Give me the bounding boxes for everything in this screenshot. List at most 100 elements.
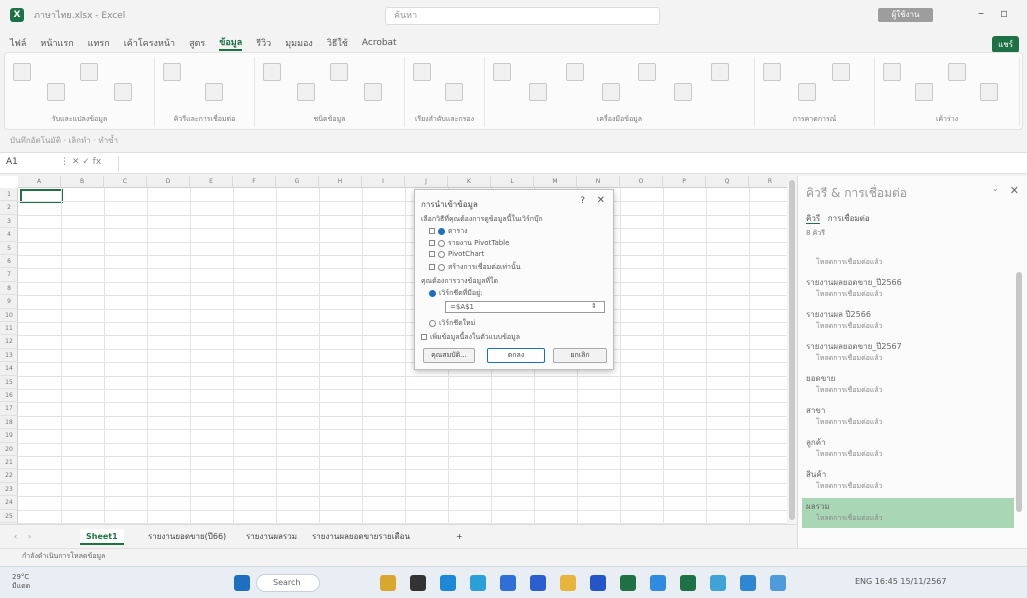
taskbar-search[interactable]: Search: [256, 574, 320, 592]
account-button[interactable]: ผู้ใช้งาน: [878, 8, 933, 22]
add-to-model-option[interactable]: เพิ่มข้อมูลนี้ลงในตัวแบบข้อมูล: [421, 332, 520, 343]
tab-6[interactable]: รีวิว: [256, 36, 271, 50]
pane-scrollbar-thumb[interactable]: [1016, 272, 1022, 512]
row-header[interactable]: 17: [0, 402, 18, 416]
query-item[interactable]: สาขา โหลดการเชื่อมต่อแล้ว: [802, 402, 1014, 432]
app-icon[interactable]: [710, 575, 726, 591]
cancel-button[interactable]: ยกเลิก: [553, 348, 607, 363]
column-header[interactable]: L: [491, 176, 534, 188]
ribbon-command-icon[interactable]: [565, 63, 584, 81]
column-header[interactable]: F: [233, 176, 276, 188]
checkbox-add-to-model[interactable]: [421, 334, 427, 340]
radio-pivotchart[interactable]: [438, 250, 445, 258]
radio-new-sheet[interactable]: [429, 319, 436, 327]
minimize-button[interactable]: –: [978, 6, 984, 20]
column-header[interactable]: A: [18, 176, 61, 188]
ribbon-command-icon[interactable]: [832, 63, 851, 81]
edge-icon[interactable]: [440, 575, 456, 591]
query-item[interactable]: ลูกค้า โหลดการเชื่อมต่อแล้ว: [802, 434, 1014, 464]
app3-icon[interactable]: [770, 575, 786, 591]
row-header[interactable]: 8: [0, 282, 18, 296]
store-icon[interactable]: [500, 575, 516, 591]
sheet-tab[interactable]: รายงานผลรวม: [240, 529, 303, 545]
row-header[interactable]: 20: [0, 443, 18, 456]
row-header[interactable]: 4: [0, 228, 18, 242]
row-header[interactable]: 15: [0, 376, 18, 389]
add-sheet-button[interactable]: +: [450, 529, 469, 545]
row-header[interactable]: 3: [0, 215, 18, 229]
row-header[interactable]: 13: [0, 349, 18, 363]
row-header[interactable]: 7: [0, 268, 18, 282]
column-header[interactable]: H: [319, 176, 362, 188]
query-item[interactable]: รายงานผลยอดขาย_ปี2567 โหลดการเชื่อมต่อแล้…: [802, 338, 1014, 368]
ribbon-command-icon[interactable]: [529, 83, 548, 101]
sheet-tab[interactable]: รายงานผลยอดขายรายเดือน: [306, 529, 416, 545]
range-input[interactable]: =$A$1: [445, 301, 605, 313]
column-header[interactable]: C: [104, 176, 147, 188]
row-header[interactable]: 25: [0, 510, 18, 523]
row-header[interactable]: 10: [0, 309, 18, 322]
row-header[interactable]: 9: [0, 295, 18, 309]
ribbon-command-icon[interactable]: [205, 83, 223, 101]
query-item[interactable]: ยอดขาย โหลดการเชื่อมต่อแล้ว: [802, 370, 1014, 400]
ok-button[interactable]: ตกลง: [487, 348, 545, 363]
share-button[interactable]: แชร์: [992, 36, 1019, 53]
word-icon[interactable]: [590, 575, 606, 591]
ribbon-command-icon[interactable]: [638, 63, 657, 81]
ribbon-command-icon[interactable]: [113, 83, 132, 101]
sheet-tab[interactable]: รายงานยอดขาย(ปี66): [142, 529, 232, 545]
search-input[interactable]: ค้นหา: [385, 7, 660, 25]
row-header[interactable]: 12: [0, 335, 18, 349]
option-connection-only[interactable]: สร้างการเชื่อมต่อเท่านั้น: [429, 262, 521, 273]
name-box[interactable]: A1: [6, 157, 56, 171]
column-header[interactable]: K: [448, 176, 491, 188]
ribbon-command-icon[interactable]: [413, 63, 431, 81]
tab-3[interactable]: เค้าโครงหน้า: [124, 36, 175, 50]
tab-7[interactable]: มุมมอง: [285, 36, 313, 50]
folder-icon[interactable]: [560, 575, 576, 591]
scrollbar-thumb[interactable]: [789, 180, 795, 520]
query-item[interactable]: โหลดการเชื่อมต่อแล้ว: [802, 242, 1014, 272]
grid-vertical-scrollbar[interactable]: [787, 176, 797, 524]
column-header[interactable]: O: [620, 176, 663, 188]
worksheet-grid[interactable]: ABCDEFGHIJKLMNOPQR 1 2 3 4 5 6 7 8 9 10 11 12 13 14 15…: [0, 176, 787, 524]
column-header[interactable]: I: [362, 176, 405, 188]
radio-pivottable[interactable]: [438, 239, 445, 247]
pane-close-icon[interactable]: ✕: [1010, 184, 1019, 197]
properties-button[interactable]: คุณสมบัติ...: [423, 348, 475, 363]
option-pivotchart[interactable]: PivotChart: [429, 250, 484, 258]
row-header[interactable]: 18: [0, 416, 18, 430]
pane-tabs[interactable]: คิวรี การเชื่อมต่อ: [806, 212, 870, 225]
column-header[interactable]: G: [276, 176, 319, 188]
formula-input[interactable]: [118, 156, 1018, 172]
column-header[interactable]: M: [534, 176, 577, 188]
query-item[interactable]: รายงานผล ปี2566 โหลดการเชื่อมต่อแล้ว: [802, 306, 1014, 336]
ribbon-command-icon[interactable]: [263, 63, 281, 81]
start-icon[interactable]: [234, 575, 250, 591]
ribbon-command-icon[interactable]: [601, 83, 620, 101]
ribbon-command-icon[interactable]: [13, 63, 31, 81]
row-header[interactable]: 11: [0, 322, 18, 336]
row-header[interactable]: 14: [0, 362, 18, 376]
tab-8[interactable]: วิธีใช้: [327, 36, 348, 50]
help-icon[interactable]: ?: [580, 196, 585, 206]
row-header[interactable]: 16: [0, 389, 18, 403]
ribbon-command-icon[interactable]: [80, 63, 98, 81]
ribbon-command-icon[interactable]: [797, 83, 816, 101]
sheets-icon[interactable]: [680, 575, 696, 591]
query-item[interactable]: รายงานผลยอดขาย_ปี2566 โหลดการเชื่อมต่อแล้…: [802, 274, 1014, 304]
ribbon-command-icon[interactable]: [915, 83, 934, 101]
restore-button[interactable]: ▫: [1000, 6, 1008, 20]
radio-table[interactable]: [438, 227, 445, 235]
row-header[interactable]: 1: [0, 188, 18, 202]
formula-icons[interactable]: ⋮ ✕ ✓ fx: [60, 157, 101, 167]
ribbon-command-icon[interactable]: [493, 63, 511, 81]
close-icon[interactable]: ✕: [597, 195, 605, 206]
row-header[interactable]: 5: [0, 242, 18, 255]
sheet-nav-prev[interactable]: ‹: [8, 529, 23, 545]
ribbon-command-icon[interactable]: [163, 63, 181, 81]
pane-scrollbar[interactable]: [1015, 242, 1023, 542]
widgets-icon[interactable]: [380, 575, 396, 591]
option-table[interactable]: ตาราง: [429, 226, 468, 237]
mail-icon[interactable]: [530, 575, 546, 591]
